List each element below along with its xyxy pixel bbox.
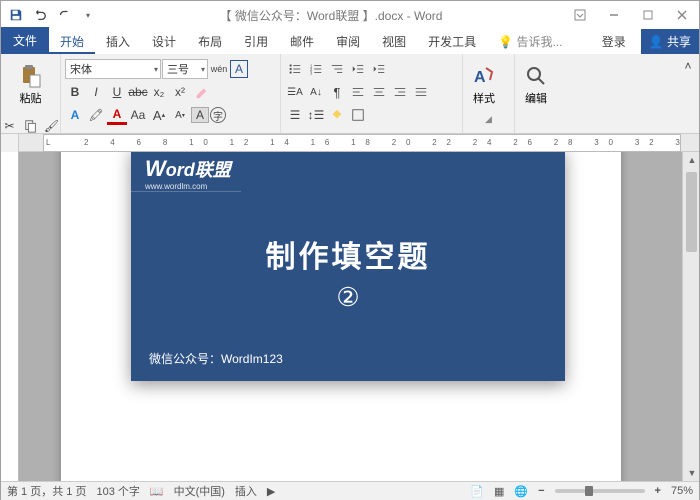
zoom-in-button[interactable]: +: [655, 485, 661, 497]
increase-indent-icon[interactable]: [369, 59, 389, 79]
view-web-icon[interactable]: 🌐: [514, 485, 528, 498]
align-left-icon[interactable]: [348, 82, 368, 102]
styles-button[interactable]: A 样式: [467, 57, 501, 113]
window-title: 【 微信公众号：Word联盟 】.docx - Word: [99, 7, 563, 24]
splash-footer: 微信公众号：WordIm123: [149, 350, 283, 367]
tab-view[interactable]: 视图: [371, 29, 417, 54]
status-spellcheck-icon[interactable]: 📖: [150, 485, 164, 498]
format-painter-icon[interactable]: 🖌: [42, 116, 62, 136]
paste-icon: [19, 64, 43, 88]
multilevel-list-icon[interactable]: [327, 59, 347, 79]
view-read-icon[interactable]: 📄: [470, 485, 484, 498]
zoom-slider-thumb[interactable]: [585, 486, 593, 496]
numbering-icon[interactable]: 123: [306, 59, 326, 79]
ruler-corner: [1, 134, 19, 152]
login-button[interactable]: 登录: [591, 29, 637, 54]
vertical-scrollbar[interactable]: ▲ ▼: [682, 152, 699, 481]
tab-mailings[interactable]: 邮件: [279, 29, 325, 54]
minimize-icon[interactable]: [597, 1, 631, 29]
vertical-ruler[interactable]: [1, 152, 19, 481]
zoom-out-button[interactable]: −: [538, 485, 544, 497]
status-language[interactable]: 中文(中国): [174, 483, 225, 499]
bold-button[interactable]: B: [65, 82, 85, 102]
tab-layout[interactable]: 布局: [187, 29, 233, 54]
shrink-font-button[interactable]: A▾: [170, 105, 190, 125]
text-effects-icon[interactable]: A: [65, 105, 85, 125]
italic-button[interactable]: I: [86, 82, 106, 102]
save-icon[interactable]: [5, 4, 27, 26]
tab-home[interactable]: 开始: [49, 29, 95, 54]
distribute-icon[interactable]: ☰: [285, 105, 305, 125]
splash-overlay: Word联盟 www.wordlm.com 制作填空题 ② 微信公众号：Word…: [131, 152, 565, 381]
scrollbar-thumb[interactable]: [686, 172, 697, 252]
status-insert-mode[interactable]: 插入: [235, 483, 257, 499]
close-icon[interactable]: [665, 1, 699, 29]
editing-icon: [524, 64, 548, 88]
align-text-icon[interactable]: ☰A: [285, 82, 305, 102]
font-size-combo[interactable]: 三号▾: [162, 59, 208, 79]
scroll-down-icon[interactable]: ▼: [683, 465, 699, 481]
decrease-indent-icon[interactable]: [348, 59, 368, 79]
collapse-ribbon-icon[interactable]: ˄: [678, 56, 698, 76]
splash-title: 制作填空题: [131, 232, 565, 276]
status-macro-icon[interactable]: ▶: [267, 485, 275, 498]
ruler-label: L: [46, 138, 50, 147]
grow-font-button[interactable]: A▴: [149, 105, 169, 125]
tell-me[interactable]: 💡 告诉我...: [487, 29, 573, 54]
paste-button[interactable]: 粘贴: [14, 57, 48, 113]
change-case-button[interactable]: Aa: [128, 105, 148, 125]
shading-icon[interactable]: [327, 105, 347, 125]
dialog-launcher-icon[interactable]: ◢: [485, 114, 492, 125]
line-spacing-icon[interactable]: ↕☰: [306, 105, 326, 125]
phonetic-guide-icon[interactable]: wén: [209, 59, 229, 79]
splash-url: www.wordlm.com: [131, 182, 241, 192]
underline-button[interactable]: U: [107, 82, 127, 102]
qat-more-icon[interactable]: ▾: [77, 4, 99, 26]
sort-icon[interactable]: A↓: [306, 82, 326, 102]
bullets-icon[interactable]: [285, 59, 305, 79]
zoom-slider[interactable]: [555, 489, 645, 493]
splash-logo: Word联盟: [131, 152, 565, 182]
redo-icon[interactable]: [53, 4, 75, 26]
tab-review[interactable]: 审阅: [325, 29, 371, 54]
align-right-icon[interactable]: [390, 82, 410, 102]
highlight-icon[interactable]: 🖍: [86, 105, 106, 125]
svg-text:3: 3: [310, 70, 313, 75]
tab-references[interactable]: 引用: [233, 29, 279, 54]
subscript-button[interactable]: x₂: [149, 82, 169, 102]
tab-design[interactable]: 设计: [141, 29, 187, 54]
char-border-icon[interactable]: A: [230, 60, 248, 78]
strikethrough-button[interactable]: abc: [128, 82, 148, 102]
enclose-char-icon[interactable]: 字: [210, 107, 226, 123]
copy-icon[interactable]: [21, 116, 41, 136]
char-shading-icon[interactable]: A: [191, 107, 209, 123]
scroll-up-icon[interactable]: ▲: [683, 152, 699, 168]
font-name-combo[interactable]: 宋体▾: [65, 59, 161, 79]
splash-number: ②: [131, 282, 565, 313]
status-words[interactable]: 103 个字: [96, 483, 139, 499]
tab-insert[interactable]: 插入: [95, 29, 141, 54]
ribbon-options-icon[interactable]: [563, 1, 597, 29]
share-button[interactable]: 👤 共享: [641, 29, 699, 54]
view-print-icon[interactable]: ▦: [494, 485, 504, 498]
font-color-icon[interactable]: A: [107, 105, 127, 125]
undo-icon[interactable]: [29, 4, 51, 26]
borders-icon[interactable]: [348, 105, 368, 125]
align-center-icon[interactable]: [369, 82, 389, 102]
clear-format-icon[interactable]: [191, 82, 211, 102]
status-page[interactable]: 第 1 页，共 1 页: [7, 483, 86, 499]
justify-icon[interactable]: [411, 82, 431, 102]
zoom-level[interactable]: 75%: [671, 485, 693, 497]
editing-button[interactable]: 编辑: [519, 57, 553, 113]
cut-icon[interactable]: ✂: [0, 116, 20, 136]
show-marks-icon[interactable]: ¶: [327, 82, 347, 102]
superscript-button[interactable]: x²: [170, 82, 190, 102]
maximize-icon[interactable]: [631, 1, 665, 29]
svg-text:A: A: [474, 69, 486, 86]
tab-developer[interactable]: 开发工具: [417, 29, 487, 54]
tab-file[interactable]: 文件: [1, 27, 49, 54]
styles-icon: A: [472, 64, 496, 88]
horizontal-ruler[interactable]: L 2 4 6 8 10 12 14 16 18 20 22 24 26 28 …: [43, 134, 681, 152]
